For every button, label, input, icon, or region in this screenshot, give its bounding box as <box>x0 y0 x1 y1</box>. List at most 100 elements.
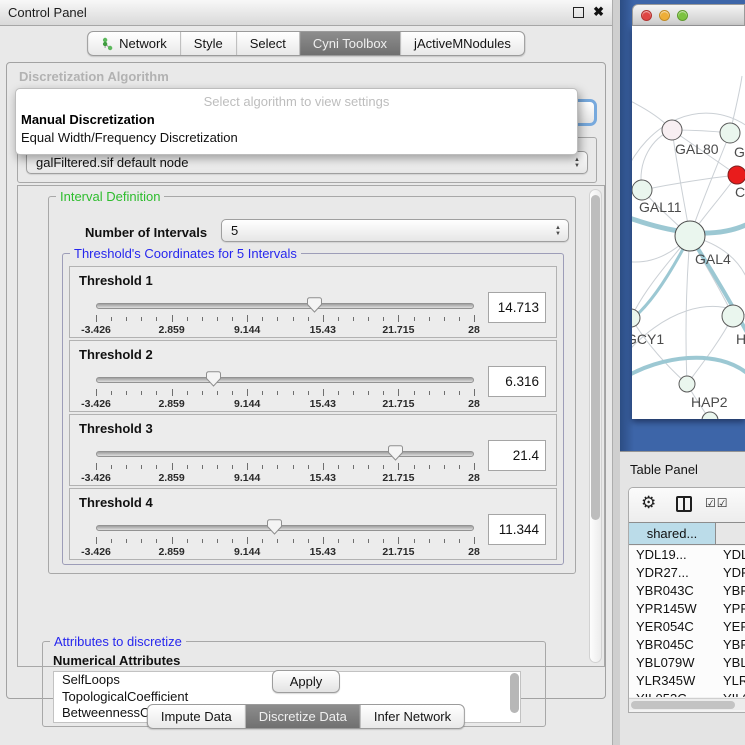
threshold-slider[interactable]: -3.4262.8599.14415.4321.71528 <box>96 297 474 335</box>
tab-cyni-toolbox-label: Cyni Toolbox <box>313 32 387 55</box>
slider-tick <box>444 539 445 543</box>
slider-ticks <box>96 463 474 471</box>
slider-tick <box>414 391 415 395</box>
top-tab-bar: Network Style Select Cyni Toolbox jActiv… <box>87 31 525 56</box>
cell-name: YLR3 <box>723 672 745 690</box>
settings-vertical-scrollbar[interactable] <box>589 189 602 663</box>
network-edge[interactable] <box>642 175 737 190</box>
float-window-icon[interactable] <box>573 7 584 18</box>
table-row[interactable]: YDL19...YDL1 <box>629 546 745 564</box>
threshold-value-field[interactable]: 11.344 <box>488 514 546 545</box>
tab-infer-network-label: Infer Network <box>374 705 451 728</box>
slider-track[interactable] <box>96 525 474 531</box>
tab-discretize-data[interactable]: Discretize Data <box>246 705 361 728</box>
slider-track[interactable] <box>96 303 474 309</box>
network-node-gal80[interactable] <box>662 120 682 140</box>
column-header-shared-name[interactable]: shared... <box>629 523 716 544</box>
table-row[interactable]: YLR345WYLR3 <box>629 672 745 690</box>
table-row[interactable]: YER054CYER0 <box>629 618 745 636</box>
slider-tick <box>414 317 415 321</box>
threshold-label: Threshold 4 <box>79 495 153 510</box>
slider-tick <box>444 391 445 395</box>
network-edge[interactable] <box>632 358 745 378</box>
close-icon[interactable]: ✖ <box>593 4 604 20</box>
apply-button[interactable]: Apply <box>272 670 340 693</box>
slider-thumb[interactable] <box>206 371 221 387</box>
number-of-intervals-combobox[interactable]: 5 ▲▼ <box>221 219 569 242</box>
network-node-gal4[interactable] <box>675 221 705 251</box>
network-edge[interactable] <box>687 316 733 384</box>
slider-tick <box>474 315 475 322</box>
slider-tick-label: -3.426 <box>81 398 111 410</box>
columns-icon[interactable] <box>676 496 692 512</box>
tab-select[interactable]: Select <box>237 32 300 55</box>
network-node-top-right[interactable] <box>720 123 740 143</box>
table-row[interactable]: YBR045CYBR0 <box>629 636 745 654</box>
slider-tick <box>217 317 218 321</box>
threshold-slider[interactable]: -3.4262.8599.14415.4321.71528 <box>96 371 474 409</box>
tab-impute-data[interactable]: Impute Data <box>148 705 246 728</box>
threshold-value-field[interactable]: 21.4 <box>488 440 546 471</box>
table-horizontal-scrollbar[interactable] <box>629 698 745 710</box>
table-row[interactable]: YDR27...YDR2 <box>629 564 745 582</box>
tab-cyni-toolbox[interactable]: Cyni Toolbox <box>300 32 401 55</box>
network-node-bottom-partial[interactable] <box>702 412 718 419</box>
slider-tick <box>247 389 248 396</box>
threshold-value-field[interactable]: 14.713 <box>488 292 546 323</box>
tab-jactivemnodules[interactable]: jActiveMNodules <box>401 32 524 55</box>
network-node-h-node[interactable] <box>722 305 744 327</box>
threshold-value-field[interactable]: 6.316 <box>488 366 546 397</box>
table-row[interactable]: YBL079WYBL0 <box>629 654 745 672</box>
slider-track[interactable] <box>96 377 474 383</box>
table-row[interactable]: YPR145WYPR1 <box>629 600 745 618</box>
threshold-slider[interactable]: -3.4262.8599.14415.4321.71528 <box>96 519 474 557</box>
slider-tick <box>262 317 263 321</box>
table-row[interactable]: YBR043CYBR0 <box>629 582 745 600</box>
select-columns-checkboxes-icon[interactable]: ☑☑ <box>705 496 729 510</box>
attributes-list-scrollbar[interactable] <box>510 673 519 713</box>
network-node-label: HAP2 <box>691 394 728 410</box>
network-window-titlebar[interactable] <box>632 4 745 26</box>
network-canvas[interactable]: GAL80GACGAL11GAL4GCY1HHAP2 <box>632 26 745 419</box>
slider-tick-label: 28 <box>468 472 480 484</box>
slider-tick <box>338 465 339 469</box>
slider-tick <box>202 317 203 321</box>
network-edge[interactable] <box>632 236 690 324</box>
dropdown-option-manual-discretization[interactable]: Manual Discretization <box>21 112 155 127</box>
tab-infer-network[interactable]: Infer Network <box>361 705 464 728</box>
slider-track[interactable] <box>96 451 474 457</box>
network-node-red-node[interactable] <box>728 166 745 184</box>
network-window[interactable]: GAL80GACGAL11GAL4GCY1HHAP2 <box>632 4 745 444</box>
slider-tick <box>474 537 475 544</box>
slider-tick-label: 21.715 <box>382 546 414 558</box>
table-panel-card: ⚙ ☑☑ shared... na YDL19...YDL1YDR27...YD… <box>628 487 745 713</box>
gear-icon[interactable]: ⚙ <box>641 493 656 513</box>
slider-tick <box>429 391 430 395</box>
settings-scrollbar-thumb[interactable] <box>591 195 600 520</box>
zoom-traffic-light-icon[interactable] <box>677 10 688 21</box>
threshold-card: Threshold 2 -3.4262.8599.14415.4321.7152… <box>69 340 557 412</box>
slider-thumb[interactable] <box>267 519 282 535</box>
tab-style[interactable]: Style <box>181 32 237 55</box>
network-node-hap2[interactable] <box>679 376 695 392</box>
slider-tick <box>338 317 339 321</box>
cell-name: YDL1 <box>723 546 745 564</box>
tab-network[interactable]: Network <box>88 32 181 55</box>
slider-tick <box>262 465 263 469</box>
network-node-gal11[interactable] <box>632 180 652 200</box>
close-traffic-light-icon[interactable] <box>641 10 652 21</box>
slider-tick <box>232 539 233 543</box>
network-edge[interactable] <box>632 318 687 384</box>
cell-shared-name: YER054C <box>636 618 694 636</box>
slider-tick-label: 15.43 <box>310 398 336 410</box>
dropdown-option-equal-width-frequency[interactable]: Equal Width/Frequency Discretization <box>21 130 238 145</box>
control-panel-title: Control Panel <box>8 0 87 25</box>
slider-thumb[interactable] <box>307 297 322 313</box>
threshold-slider[interactable]: -3.4262.8599.14415.4321.71528 <box>96 445 474 483</box>
table-row[interactable]: YIL053CYIL0 <box>629 690 745 697</box>
slider-thumb[interactable] <box>388 445 403 461</box>
threshold-label: Threshold 1 <box>79 273 153 288</box>
minimize-traffic-light-icon[interactable] <box>659 10 670 21</box>
table-scrollbar-thumb[interactable] <box>631 701 735 709</box>
column-header-name[interactable]: na <box>717 523 745 544</box>
